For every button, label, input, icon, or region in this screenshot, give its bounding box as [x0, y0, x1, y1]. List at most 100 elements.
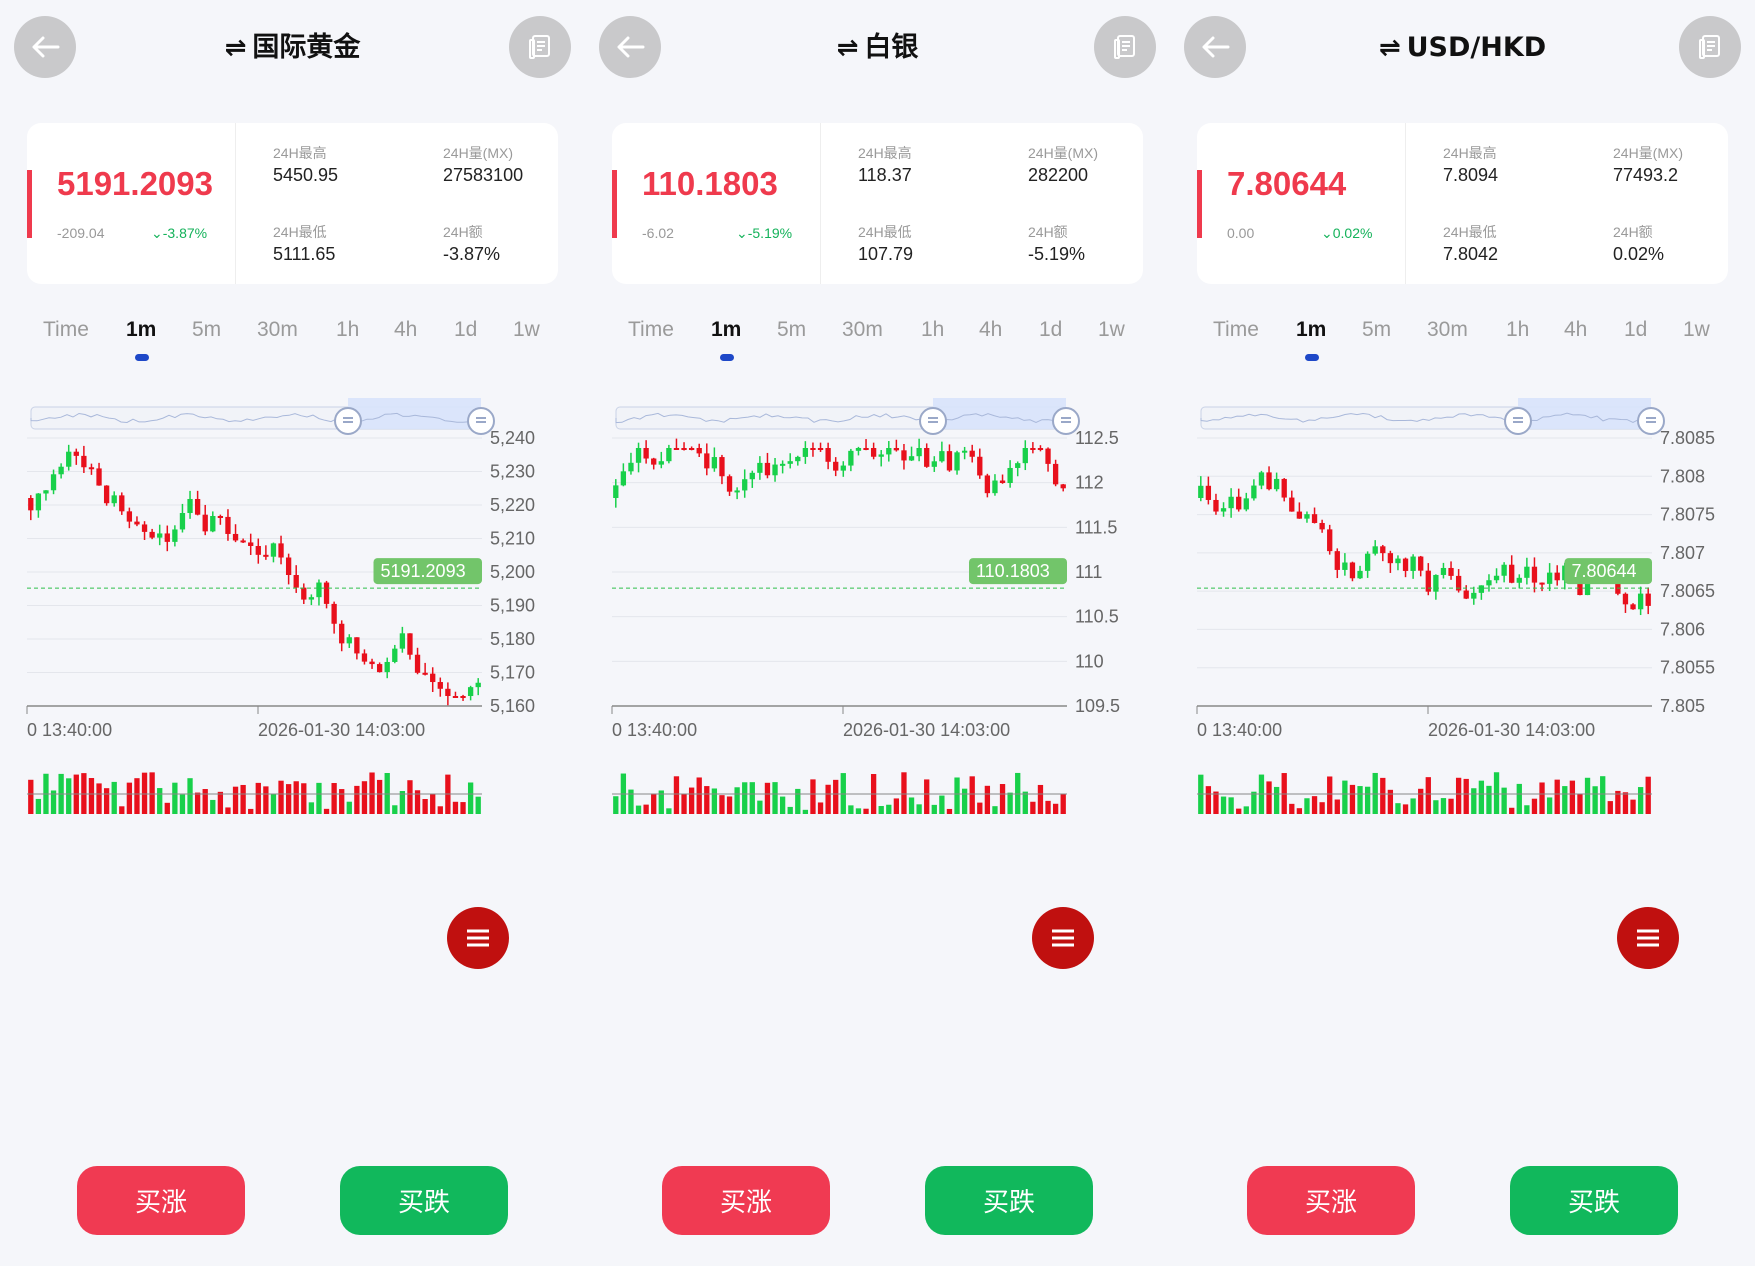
stat-volume-label: 24H量(MX): [443, 145, 514, 161]
volume-bar: [460, 802, 466, 814]
tab-1w[interactable]: 1w: [1683, 318, 1710, 342]
kline-chart[interactable]: 7.8085 7.808 7.8075 7.807 7.8065 7.806 7.8055 7…: [1170, 380, 1755, 900]
candle-body: [437, 682, 443, 689]
volume-bar: [1493, 772, 1500, 814]
volume-bar: [1569, 780, 1576, 814]
volume-bar: [392, 805, 398, 814]
tab-30m[interactable]: 30m: [257, 318, 298, 342]
tab-1m[interactable]: 1m: [126, 318, 156, 342]
stat-low-label: 24H最低: [273, 224, 327, 240]
candle-body: [1304, 514, 1310, 519]
orders-button[interactable]: [509, 16, 571, 78]
tab-30m[interactable]: 30m: [1427, 318, 1468, 342]
chart-menu-button[interactable]: [447, 907, 509, 969]
candle-body: [1289, 497, 1295, 512]
buy-up-button[interactable]: 买涨: [662, 1166, 830, 1235]
tab-1m[interactable]: 1m: [711, 318, 741, 342]
tab-1m[interactable]: 1m: [1296, 318, 1326, 342]
chart-menu-button[interactable]: [1617, 907, 1679, 969]
candle-body: [323, 582, 330, 604]
tab-time[interactable]: Time: [43, 318, 89, 342]
volume-bar: [1645, 776, 1651, 814]
candle-body: [361, 653, 368, 662]
orders-button[interactable]: [1679, 16, 1741, 78]
candle-body: [1402, 558, 1409, 571]
buy-down-button[interactable]: 买跌: [340, 1166, 508, 1235]
volume-bar: [908, 797, 915, 814]
page-title[interactable]: ⇌ 国际黄金: [120, 28, 465, 68]
volume-bar: [1334, 799, 1340, 814]
candle-body: [225, 516, 231, 534]
tab-5m[interactable]: 5m: [1362, 318, 1391, 342]
volume-bar: [1425, 777, 1431, 814]
stat-amount-value: -3.87%: [443, 244, 501, 264]
buy-down-button[interactable]: 买跌: [925, 1166, 1093, 1235]
candle-body: [1015, 463, 1021, 468]
page-title[interactable]: ⇌ USD/HKD: [1290, 28, 1635, 68]
stat-high-value: 118.37: [858, 165, 912, 185]
tab-1w[interactable]: 1w: [1098, 318, 1125, 342]
candle-body: [863, 448, 869, 450]
chart-menu-button[interactable]: [1032, 907, 1094, 969]
volume-bar: [1592, 786, 1598, 814]
kline-chart[interactable]: 112.5 112 111.5 111 110.5 110 109.5 0 13:40:00 2…: [585, 380, 1170, 900]
panel-gold: ⇌ 国际黄金 5191.2093 -209.04 ⌄-3.87% 24H最高 54…: [0, 0, 585, 1266]
stat-volume-label: 24H量(MX): [1613, 145, 1684, 161]
orders-button[interactable]: [1094, 16, 1156, 78]
tab-indicator: [135, 354, 149, 361]
candle-body: [855, 448, 862, 451]
candle-body: [422, 672, 428, 675]
candle-body: [1273, 478, 1280, 490]
tab-time[interactable]: Time: [1213, 318, 1259, 342]
stat-low-label: 24H最低: [858, 224, 912, 240]
candle-body: [1418, 556, 1424, 571]
tab-4h[interactable]: 4h: [394, 318, 417, 342]
buy-up-button[interactable]: 买涨: [77, 1166, 245, 1235]
tab-time[interactable]: Time: [628, 318, 674, 342]
back-button[interactable]: [1184, 16, 1246, 78]
volume-bar: [1342, 780, 1348, 814]
candle-body: [445, 688, 451, 696]
divider: [1405, 123, 1406, 284]
volume-bar: [984, 785, 991, 814]
tab-5m[interactable]: 5m: [777, 318, 806, 342]
y-tick-label: 112.5: [1075, 428, 1119, 448]
tab-4h[interactable]: 4h: [979, 318, 1002, 342]
volume-bar: [66, 778, 72, 814]
candle-body: [1471, 592, 1477, 599]
page-title[interactable]: ⇌ 白银: [705, 28, 1050, 68]
tab-1h[interactable]: 1h: [1506, 318, 1529, 342]
tab-30m[interactable]: 30m: [842, 318, 883, 342]
back-button[interactable]: [14, 16, 76, 78]
tab-1h[interactable]: 1h: [336, 318, 359, 342]
tab-5m[interactable]: 5m: [192, 318, 221, 342]
kline-chart[interactable]: 5,240 5,230 5,220 5,210 5,200 5,190 5,180 5,170…: [0, 380, 585, 900]
volume-bar: [893, 798, 900, 814]
tab-1d[interactable]: 1d: [1039, 318, 1062, 342]
back-button[interactable]: [599, 16, 661, 78]
buy-up-button[interactable]: 买涨: [1247, 1166, 1415, 1235]
tab-1d[interactable]: 1d: [1624, 318, 1647, 342]
volume-bar: [613, 796, 619, 814]
candle-body: [1622, 593, 1629, 605]
volume-bar: [1637, 787, 1644, 814]
volume-bar: [704, 786, 710, 814]
tab-1d[interactable]: 1d: [454, 318, 477, 342]
tab-4h[interactable]: 4h: [1564, 318, 1587, 342]
volume-bar: [248, 808, 254, 814]
tab-1h[interactable]: 1h: [921, 318, 944, 342]
x-tick-label: 0 13:40:00: [27, 720, 112, 740]
candle-body: [908, 456, 915, 461]
volume-bar: [1236, 808, 1242, 814]
volume-bar: [1213, 791, 1219, 814]
y-tick-label: 7.8075: [1660, 505, 1715, 525]
divider: [820, 123, 821, 284]
volume-bar: [331, 783, 337, 814]
tab-1w[interactable]: 1w: [513, 318, 540, 342]
stat-low-value: 7.8042: [1443, 244, 1499, 264]
buy-down-button[interactable]: 买跌: [1510, 1166, 1678, 1235]
menu-icon: [467, 929, 489, 947]
volume-bar: [1052, 803, 1059, 814]
volume-bar: [1577, 794, 1583, 814]
candle-body: [1357, 570, 1363, 579]
